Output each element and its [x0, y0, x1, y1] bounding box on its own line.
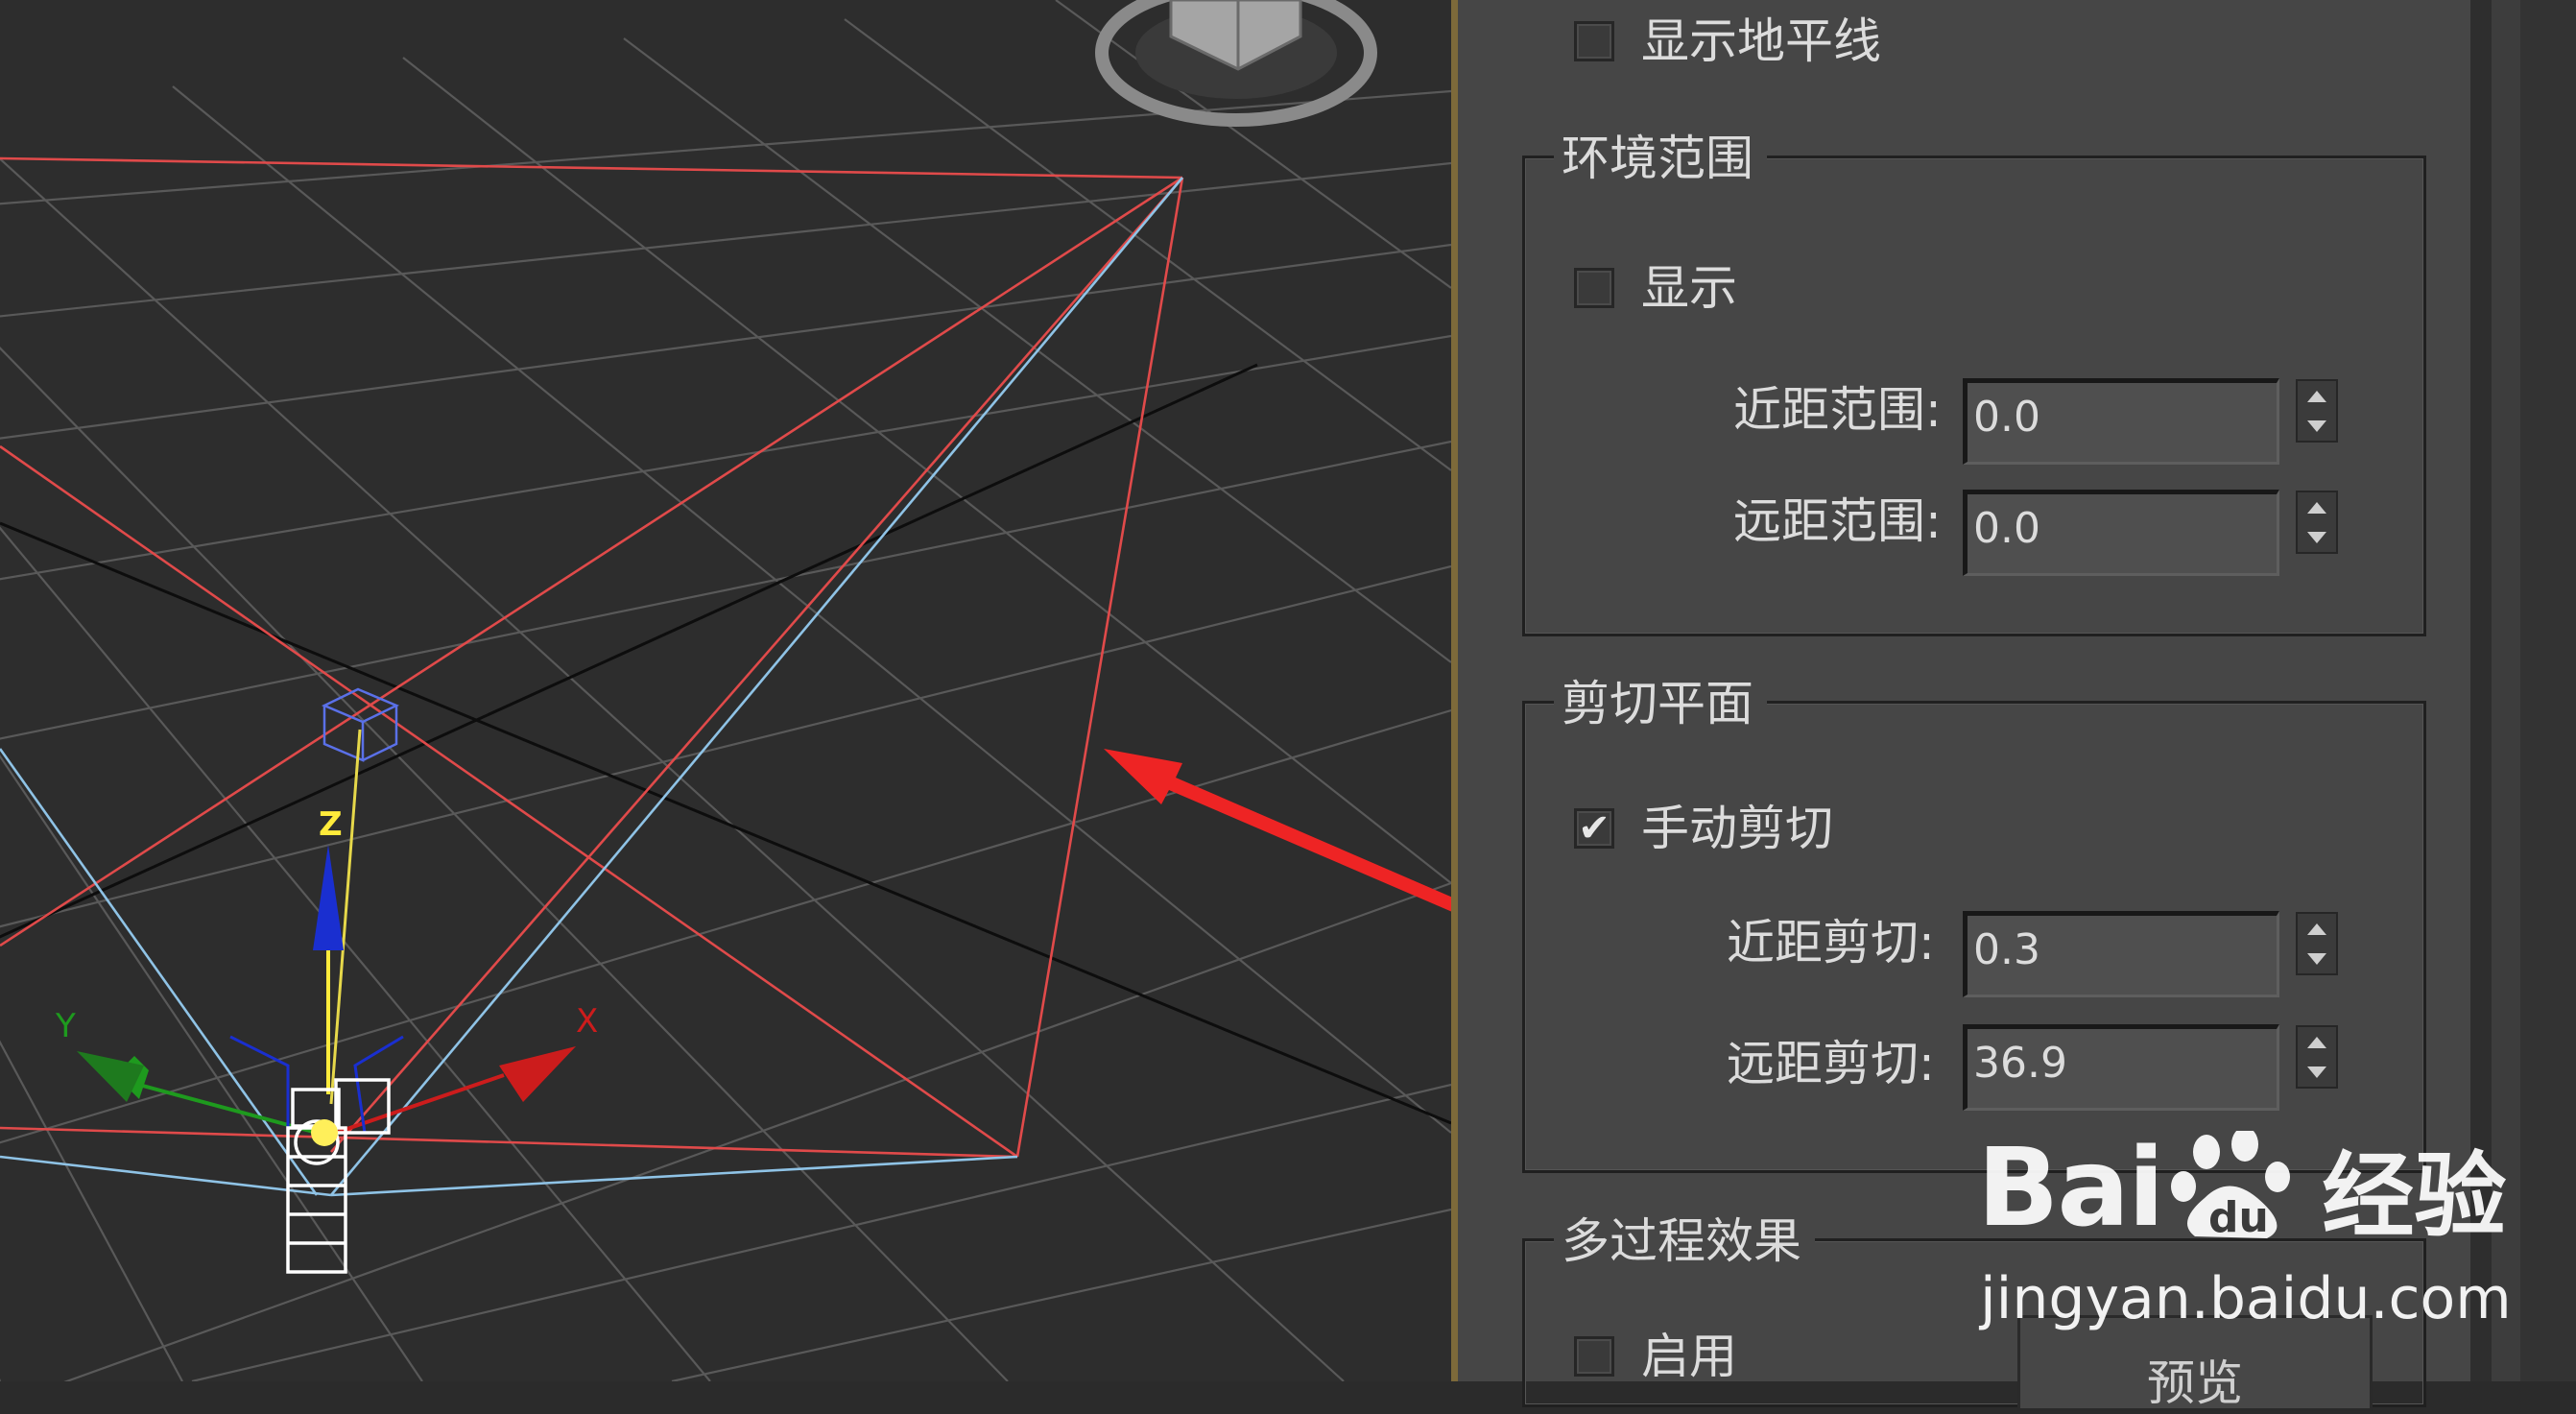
panel-outer-edge	[2520, 0, 2576, 1381]
camera-target-box	[321, 687, 400, 762]
spin-down-icon[interactable]	[2307, 1066, 2326, 1078]
gizmo-z-label: Z	[319, 805, 343, 844]
near-clip-spinner[interactable]	[2296, 912, 2338, 975]
near-range-input[interactable]: 0.0	[1963, 378, 2279, 465]
far-clip-input[interactable]: 36.9	[1963, 1024, 2279, 1111]
gizmo-y-label: Y	[55, 1007, 76, 1045]
viewport-border	[1451, 0, 1458, 1381]
watermark-paw-text: du	[2208, 1193, 2269, 1242]
spin-down-icon[interactable]	[2307, 419, 2326, 432]
near-clip-input[interactable]: 0.3	[1963, 911, 2279, 997]
gizmo-x-label: X	[576, 1002, 598, 1041]
baidu-paw-logo: du	[2166, 1126, 2310, 1246]
multipass-enable-label: 启用	[1641, 1329, 1737, 1384]
show-horizon-row[interactable]: 显示地平线	[1574, 17, 1881, 65]
spin-up-icon[interactable]	[2307, 501, 2326, 514]
env-show-label: 显示	[1641, 260, 1737, 316]
spin-down-icon[interactable]	[2307, 531, 2326, 543]
show-horizon-checkbox[interactable]	[1574, 21, 1614, 61]
multipass-title: 多过程效果	[1554, 1217, 1815, 1265]
spin-down-icon[interactable]	[2307, 952, 2326, 965]
env-range-title: 环境范围	[1554, 134, 1767, 182]
near-clip-label: 近距剪切:	[1727, 915, 1935, 971]
manual-clip-label: 手动剪切	[1641, 801, 1833, 856]
perspective-viewport[interactable]: Z Y X	[0, 0, 1451, 1381]
far-range-label: 远距范围:	[1733, 493, 1942, 549]
viewport-canvas[interactable]: Z Y X	[0, 0, 1451, 1381]
near-range-label: 近距范围:	[1733, 382, 1942, 438]
gizmo-x-axis[interactable]: X	[335, 1002, 598, 1135]
viewcube[interactable]	[1095, 0, 1377, 127]
env-show-row[interactable]: 显示	[1574, 264, 1737, 312]
far-range-spinner[interactable]	[2296, 491, 2338, 554]
spin-up-icon[interactable]	[2307, 390, 2326, 402]
far-clip-label: 远距剪切:	[1727, 1036, 1935, 1091]
env-show-checkbox[interactable]	[1574, 268, 1614, 308]
checkmark-icon: ✔	[1578, 806, 1610, 851]
far-clip-spinner[interactable]	[2296, 1025, 2338, 1089]
spin-up-icon[interactable]	[2307, 923, 2326, 935]
baidu-jingyan-watermark: Bai du 经验	[1977, 1121, 2506, 1255]
manual-clip-row[interactable]: ✔ 手动剪切	[1574, 804, 1833, 852]
world-axis-y	[0, 521, 1451, 1125]
multipass-enable-row[interactable]: 启用	[1574, 1332, 1737, 1380]
watermark-url: jingyan.baidu.com	[1980, 1265, 2512, 1332]
manual-clip-checkbox[interactable]: ✔	[1574, 808, 1614, 849]
spin-up-icon[interactable]	[2307, 1036, 2326, 1048]
camera-pivot	[311, 1119, 338, 1146]
camera-frustum-blue	[0, 177, 1183, 1197]
multipass-enable-checkbox[interactable]	[1574, 1336, 1614, 1377]
near-range-spinner[interactable]	[2296, 379, 2338, 443]
watermark-brand-left: Bai	[1977, 1125, 2164, 1251]
far-range-input[interactable]: 0.0	[1963, 490, 2279, 576]
watermark-brand-cn: 经验	[2322, 1142, 2507, 1250]
clip-planes-title: 剪切平面	[1554, 680, 1767, 728]
show-horizon-label: 显示地平线	[1641, 13, 1881, 69]
